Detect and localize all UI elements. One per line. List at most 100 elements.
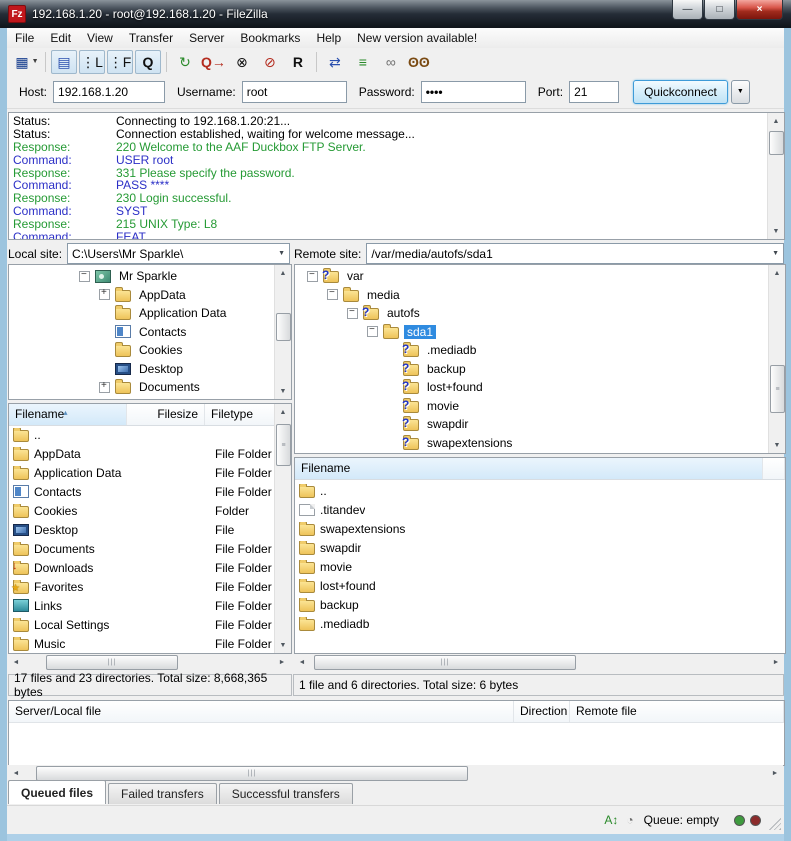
scroll-left-icon[interactable]: ◄ [8, 654, 24, 670]
file-row[interactable]: DocumentsFile Folder [9, 539, 275, 558]
file-row[interactable]: Local SettingsFile Folder [9, 615, 275, 634]
file-row[interactable]: DownloadsFile Folder [9, 558, 275, 577]
menu-file[interactable]: File [7, 29, 42, 47]
synchronized-browsing-button[interactable]: ∞ [378, 50, 404, 74]
collapse-icon[interactable] [347, 308, 358, 319]
scroll-up-icon[interactable]: ▲ [275, 265, 291, 281]
column-header-server-local-file[interactable]: Server/Local file [9, 701, 514, 722]
file-row[interactable]: FavoritesFile Folder [9, 577, 275, 596]
scroll-down-icon[interactable]: ▼ [768, 223, 784, 239]
file-row[interactable]: MusicFile Folder [9, 634, 275, 653]
scroll-up-icon[interactable]: ▲ [275, 404, 291, 420]
local-list-scroll-thumb[interactable]: ≡ [276, 424, 291, 466]
tree-item[interactable]: AppData [9, 286, 275, 305]
combo-arrow-icon[interactable]: ▼ [278, 250, 285, 257]
tree-item[interactable]: .mediadb [295, 341, 769, 360]
expand-icon[interactable] [99, 289, 110, 300]
reconnect-button[interactable]: R [285, 50, 311, 74]
menu-server[interactable]: Server [181, 29, 232, 47]
scroll-down-icon[interactable]: ▼ [275, 383, 291, 399]
local-list-scrollbar[interactable]: ▲ ≡ ▼ [274, 404, 291, 653]
file-row[interactable]: Application DataFile Folder [9, 463, 275, 482]
file-row[interactable]: .. [9, 425, 275, 444]
menu-transfer[interactable]: Transfer [121, 29, 181, 47]
tree-item[interactable]: lost+found [295, 378, 769, 397]
collapse-icon[interactable] [327, 289, 338, 300]
tree-item[interactable]: Downloads [9, 397, 275, 398]
remote-list-hscroll-thumb[interactable]: ||| [314, 655, 576, 670]
tree-item[interactable]: Mr Sparkle [9, 267, 275, 286]
local-site-combobox[interactable]: C:\Users\Mr Sparkle\ ▼ [67, 243, 290, 264]
tab-failed-transfers[interactable]: Failed transfers [108, 783, 217, 804]
tree-item[interactable]: Cookies [9, 341, 275, 360]
scroll-down-icon[interactable]: ▼ [769, 437, 785, 453]
minimize-button[interactable]: — [672, 0, 703, 20]
tab-queued-files[interactable]: Queued files [8, 780, 106, 804]
menu-bookmarks[interactable]: Bookmarks [232, 29, 308, 47]
menu-edit[interactable]: Edit [42, 29, 79, 47]
host-input[interactable]: 192.168.1.20 [53, 81, 165, 103]
queue-hscrollbar[interactable]: ◄ ||| ► [8, 765, 783, 781]
find-files-button[interactable]: ʘʘ [406, 50, 432, 74]
disconnect-button[interactable]: ⊘ [257, 50, 283, 74]
scroll-up-icon[interactable]: ▲ [769, 265, 785, 281]
file-row[interactable]: ContactsFile Folder [9, 482, 275, 501]
tree-item[interactable]: Desktop [9, 360, 275, 379]
username-input[interactable]: root [242, 81, 347, 103]
file-row[interactable]: CookiesFolder [9, 501, 275, 520]
scroll-right-icon[interactable]: ► [274, 654, 290, 670]
tree-item-selected[interactable]: sda1 [295, 323, 769, 342]
column-header-remote-file[interactable]: Remote file [570, 701, 784, 722]
tree-item[interactable]: Documents [9, 378, 275, 397]
port-input[interactable]: 21 [569, 81, 619, 103]
log-scroll-thumb[interactable] [769, 131, 784, 155]
scroll-right-icon[interactable]: ► [767, 765, 783, 781]
menu-new-version[interactable]: New version available! [349, 29, 485, 47]
queue-hscroll-thumb[interactable]: ||| [36, 766, 468, 781]
scroll-left-icon[interactable]: ◄ [8, 765, 24, 781]
close-button[interactable]: × [736, 0, 783, 20]
file-row[interactable]: swapextensions [295, 519, 783, 538]
scroll-left-icon[interactable]: ◄ [294, 654, 310, 670]
local-list-hscroll-thumb[interactable]: ||| [46, 655, 178, 670]
scroll-right-icon[interactable]: ► [768, 654, 784, 670]
refresh-button[interactable]: ↻ [172, 50, 198, 74]
local-list-hscrollbar[interactable]: ◄ ||| ► [8, 654, 290, 670]
title-bar[interactable]: Fz 192.168.1.20 - root@192.168.1.20 - Fi… [0, 0, 791, 28]
quickconnect-dropdown-icon[interactable]: ▼ [731, 80, 750, 104]
process-queue-button[interactable]: Q→ [200, 50, 227, 74]
scroll-down-icon[interactable]: ▼ [275, 637, 291, 653]
remote-list-hscrollbar[interactable]: ◄ ||| ► [294, 654, 784, 670]
resize-grip[interactable] [769, 818, 781, 830]
local-tree-scrollbar[interactable]: ▲ ▼ [274, 265, 291, 399]
file-row[interactable]: .mediadb [295, 614, 783, 633]
file-row[interactable]: AppDataFile Folder [9, 444, 275, 463]
remote-tree-scrollbar[interactable]: ▲ ≡ ▼ [768, 265, 785, 453]
password-input[interactable]: •••• [421, 81, 526, 103]
scroll-up-icon[interactable]: ▲ [768, 113, 784, 129]
collapse-icon[interactable] [367, 326, 378, 337]
filter-button[interactable]: ⇄ [322, 50, 348, 74]
log-scrollbar[interactable]: ▲ ▼ [767, 113, 784, 239]
expand-icon[interactable] [99, 382, 110, 393]
column-header-filename[interactable]: Filename [295, 458, 763, 479]
file-row[interactable]: movie [295, 557, 783, 576]
file-row[interactable]: DesktopFile [9, 520, 275, 539]
combo-arrow-icon[interactable]: ▼ [772, 250, 779, 257]
site-manager-dropdown-icon[interactable]: ▼ [32, 58, 39, 65]
tree-item[interactable]: var [295, 267, 769, 286]
cancel-button[interactable]: ⊗ [229, 50, 255, 74]
quickconnect-button[interactable]: Quickconnect [633, 80, 728, 104]
tree-item[interactable]: Application Data [9, 304, 275, 323]
file-row[interactable]: lost+found [295, 576, 783, 595]
column-header-filesize[interactable]: Filesize [127, 404, 205, 425]
collapse-icon[interactable] [79, 271, 90, 282]
tree-item[interactable]: media [295, 286, 769, 305]
tree-item[interactable]: swapdir [295, 415, 769, 434]
directory-comparison-button[interactable]: ≡ [350, 50, 376, 74]
tree-item[interactable]: swapextensions [295, 434, 769, 452]
tree-item[interactable]: movie [295, 397, 769, 416]
file-row[interactable]: LinksFile Folder [9, 596, 275, 615]
column-header-filename[interactable]: ▴ Filename [9, 404, 127, 425]
file-row[interactable]: backup [295, 595, 783, 614]
